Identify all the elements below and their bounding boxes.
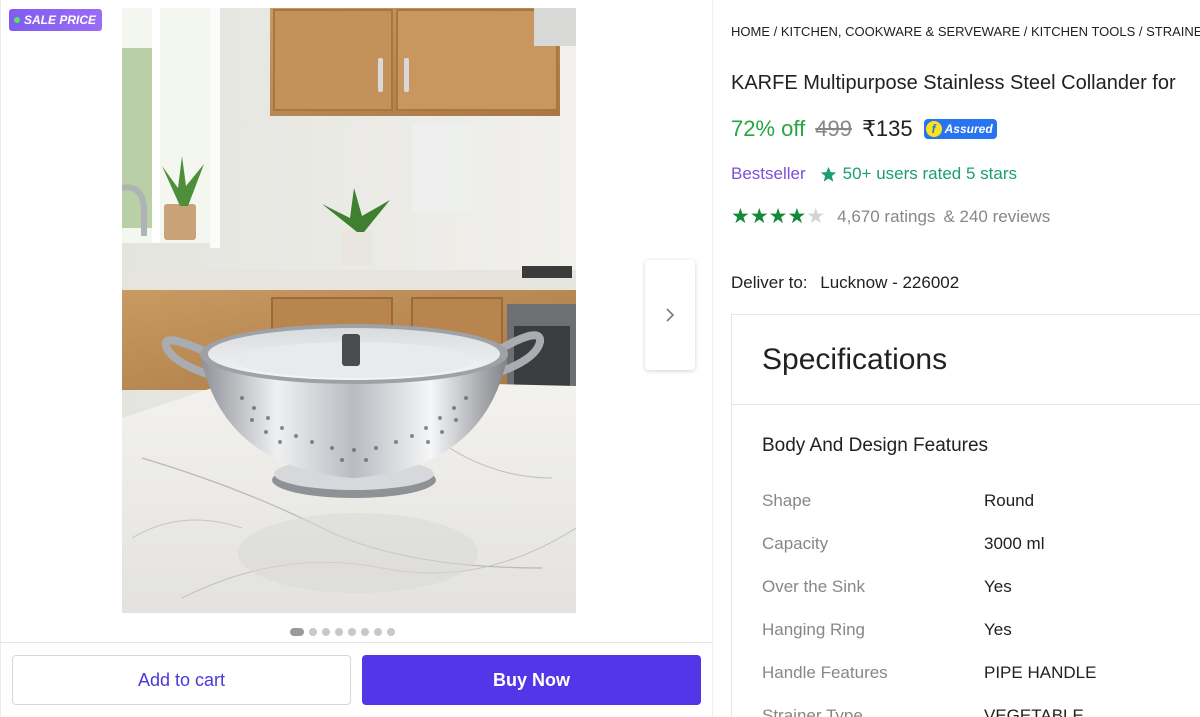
- spec-row: Handle Features PIPE HANDLE: [762, 651, 1200, 694]
- star-filled-icon: ★: [768, 205, 788, 228]
- ratings-count: 4,670 ratings: [837, 206, 936, 226]
- spec-value: Round: [984, 490, 1035, 510]
- delivery-location[interactable]: Deliver to: Lucknow - 226002: [731, 273, 959, 293]
- sale-dot-icon: [14, 17, 20, 23]
- chevron-right-icon: [666, 308, 675, 322]
- sale-badge-label: SALE PRICE: [24, 13, 97, 27]
- spec-key: Strainer Type: [762, 705, 863, 717]
- pagination-dot[interactable]: [335, 628, 343, 636]
- buy-now-button[interactable]: Buy Now: [362, 655, 701, 705]
- next-image-button[interactable]: [645, 260, 695, 370]
- product-gallery: SALE PRICE Add to cart Buy Now: [0, 0, 712, 717]
- selling-price: ₹135: [861, 116, 913, 141]
- star-filled-icon: ★: [749, 205, 769, 228]
- pagination-dot[interactable]: [348, 628, 356, 636]
- spec-value: Yes: [984, 576, 1012, 596]
- spec-key: Capacity: [762, 533, 829, 553]
- spec-key: Shape: [762, 490, 812, 510]
- star-filled-icon: ★: [787, 205, 807, 228]
- bestseller-tag: Bestseller: [731, 164, 806, 183]
- assured-label: Assured: [944, 122, 993, 136]
- sale-price-badge: SALE PRICE: [9, 9, 103, 31]
- sparkle-star-icon: [820, 166, 836, 182]
- pagination-dot[interactable]: [387, 628, 395, 636]
- spec-value: 3000 ml: [984, 533, 1045, 553]
- specifications-heading: Specifications: [732, 315, 1200, 405]
- price-row: 72% off 499 ₹135 f Assured: [731, 116, 997, 142]
- assured-badge: f Assured: [923, 119, 997, 139]
- spec-value: VEGETABLE: [984, 705, 1084, 717]
- reviews-count: & 240 reviews: [943, 206, 1051, 226]
- spec-row: Strainer Type VEGETABLE: [762, 694, 1200, 717]
- spec-key: Handle Features: [762, 662, 888, 682]
- users-rated-label: 50+ users rated 5 stars: [842, 164, 1017, 183]
- spec-value: PIPE HANDLE: [984, 662, 1097, 682]
- product-title: KARFE Multipurpose Stainless Steel Colla…: [731, 72, 1176, 94]
- deliver-pincode: Lucknow - 226002: [820, 273, 960, 292]
- mrp-price: 499: [815, 116, 852, 141]
- pagination-dot[interactable]: [290, 628, 304, 636]
- add-to-cart-button[interactable]: Add to cart: [12, 655, 351, 705]
- spec-key: Hanging Ring: [762, 619, 866, 639]
- divider: [0, 642, 712, 643]
- frame-border: [0, 0, 1, 717]
- star-filled-icon: ★: [731, 205, 750, 228]
- product-details: HOME / KITCHEN, COOKWARE & SERVEWARE / K…: [713, 0, 1200, 717]
- assured-icon: f: [925, 121, 942, 137]
- deliver-label: Deliver to:: [731, 273, 808, 292]
- discount-label: 72% off: [731, 116, 806, 141]
- gallery-pagination[interactable]: [290, 628, 395, 636]
- spec-row: Hanging Ring Yes: [762, 608, 1200, 651]
- breadcrumb[interactable]: HOME / KITCHEN, COOKWARE & SERVEWARE / K…: [731, 24, 1200, 39]
- rating-row[interactable]: ★ ★ ★ ★ ★ 4,670 ratings & 240 reviews: [731, 206, 1056, 227]
- spec-value: Yes: [984, 619, 1012, 639]
- star-rating: ★ ★ ★ ★ ★: [731, 206, 825, 227]
- spec-row: Over the Sink Yes: [762, 565, 1200, 608]
- pagination-dot[interactable]: [361, 628, 369, 636]
- spec-group-title: Body And Design Features: [762, 435, 989, 456]
- spec-table: Shape Round Capacity 3000 ml Over the Si…: [762, 479, 1200, 717]
- colander-photo: [122, 8, 576, 613]
- spec-row: Capacity 3000 ml: [762, 522, 1200, 565]
- spec-key: Over the Sink: [762, 576, 865, 596]
- specifications-card: Specifications Body And Design Features …: [731, 314, 1200, 717]
- star-empty-icon: ★: [806, 205, 826, 228]
- highlight-row: Bestseller 50+ users rated 5 stars: [731, 164, 1017, 184]
- pagination-dot[interactable]: [309, 628, 317, 636]
- users-rated-tag: 50+ users rated 5 stars: [820, 164, 1017, 184]
- pagination-dot[interactable]: [374, 628, 382, 636]
- product-image[interactable]: [122, 8, 576, 613]
- spec-row: Shape Round: [762, 479, 1200, 522]
- pagination-dot[interactable]: [322, 628, 330, 636]
